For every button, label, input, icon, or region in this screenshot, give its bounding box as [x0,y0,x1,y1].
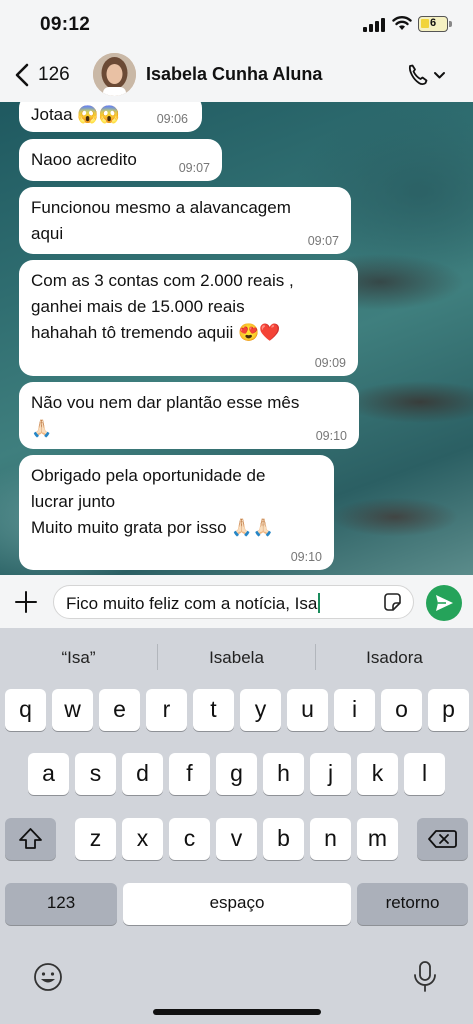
key-j[interactable]: j [310,753,351,795]
key-l[interactable]: l [404,753,445,795]
key-p[interactable]: p [428,689,469,731]
message-text: Com as 3 contas com 2.000 reais , ganhei… [31,271,294,342]
status-time: 09:12 [40,14,91,35]
message-time: 09:06 [156,112,188,126]
message-text: Obrigado pela oportunidade de lucrar jun… [31,466,274,537]
key-u[interactable]: u [287,689,328,731]
message-input[interactable]: Fico muito feliz com a notícia, Isa [53,585,414,619]
suggestion-item[interactable]: “Isa” [0,648,157,668]
suggestion-item[interactable]: Isadora [316,648,473,668]
message-bubble[interactable]: Não vou nem dar plantão esse mês 🙏🏻 09:1… [19,382,359,449]
key-n[interactable]: n [310,818,351,860]
backspace-key[interactable] [417,818,468,860]
message-bubble[interactable]: Naoo acredito 09:07 [19,139,222,181]
microphone-icon[interactable] [410,959,440,995]
shift-icon [19,828,42,849]
message-bubble[interactable]: Com as 3 contas com 2.000 reais , ganhei… [19,260,358,376]
backspace-icon [428,830,457,848]
key-v[interactable]: v [216,818,257,860]
autocomplete-bar: “Isa” Isabela Isadora [0,628,473,684]
key-f[interactable]: f [169,753,210,795]
message-composer: Fico muito feliz com a notícia, Isa [0,575,473,628]
contact-name[interactable]: Isabela Cunha Aluna [146,64,322,85]
key-t[interactable]: t [193,689,234,731]
message-text: Jotaa 😱😱 [31,105,120,124]
space-key[interactable]: espaço [123,883,351,925]
emoji-icon[interactable] [32,961,64,993]
key-i[interactable]: i [334,689,375,731]
key-z[interactable]: z [75,818,116,860]
message-input-value-wrap: Fico muito feliz com a notícia, Isa [66,593,321,614]
key-s[interactable]: s [75,753,116,795]
battery-icon: 6 [418,16,452,32]
key-g[interactable]: g [216,753,257,795]
message-time: 09:07 [178,161,210,175]
key-q[interactable]: q [5,689,46,731]
message-time: 09:10 [290,550,322,564]
wifi-icon [392,16,412,30]
key-h[interactable]: h [263,753,304,795]
avatar-photo [93,53,136,96]
key-w[interactable]: w [52,689,93,731]
chat-area[interactable]: Jotaa 😱😱 09:06 Naoo acredito 09:07 Funci… [0,102,473,575]
key-x[interactable]: x [122,818,163,860]
key-b[interactable]: b [263,818,304,860]
message-text: Naoo acredito [31,150,137,169]
cellular-signal-icon [363,18,385,32]
message-time: 09:09 [314,356,346,370]
battery-level: 6 [429,17,437,29]
send-button[interactable] [426,585,462,621]
key-c[interactable]: c [169,818,210,860]
message-input-value: Fico muito feliz com a notícia, Isa [66,594,318,613]
home-indicator [153,1009,321,1015]
shift-key[interactable] [5,818,56,860]
key-d[interactable]: d [122,753,163,795]
phone-call-icon[interactable] [406,62,448,88]
send-icon [436,595,453,611]
return-key[interactable]: retorno [357,883,468,925]
message-text: Não vou nem dar plantão esse mês 🙏🏻 [31,393,300,438]
unread-count: 126 [38,64,70,85]
message-bubble[interactable]: Funcionou mesmo a alavancagem aqui 09:07 [19,187,351,254]
key-k[interactable]: k [357,753,398,795]
message-text: Funcionou mesmo a alavancagem aqui [31,198,291,243]
avatar[interactable] [93,53,136,96]
key-r[interactable]: r [146,689,187,731]
key-y[interactable]: y [240,689,281,731]
message-time: 09:07 [307,234,339,248]
message-bubble[interactable]: Jotaa 😱😱 09:06 [19,102,202,132]
text-cursor [318,593,321,613]
sticker-icon[interactable] [382,592,403,613]
key-e[interactable]: e [99,689,140,731]
chevron-left-icon [15,63,29,87]
suggestion-item[interactable]: Isabela [158,648,315,668]
message-bubble[interactable]: Obrigado pela oportunidade de lucrar jun… [19,455,334,570]
key-o[interactable]: o [381,689,422,731]
numbers-key[interactable]: 123 [5,883,117,925]
plus-icon[interactable] [14,590,38,614]
key-a[interactable]: a [28,753,69,795]
back-button[interactable]: 126 [12,60,70,90]
chat-header: 09:12 6 126 Isabela Cunha Aluna [0,0,473,102]
status-bar: 09:12 6 [0,0,473,50]
keyboard: “Isa” Isabela Isadora q w e r t y u i o … [0,628,473,1024]
message-time: 09:10 [315,429,347,443]
key-m[interactable]: m [357,818,398,860]
